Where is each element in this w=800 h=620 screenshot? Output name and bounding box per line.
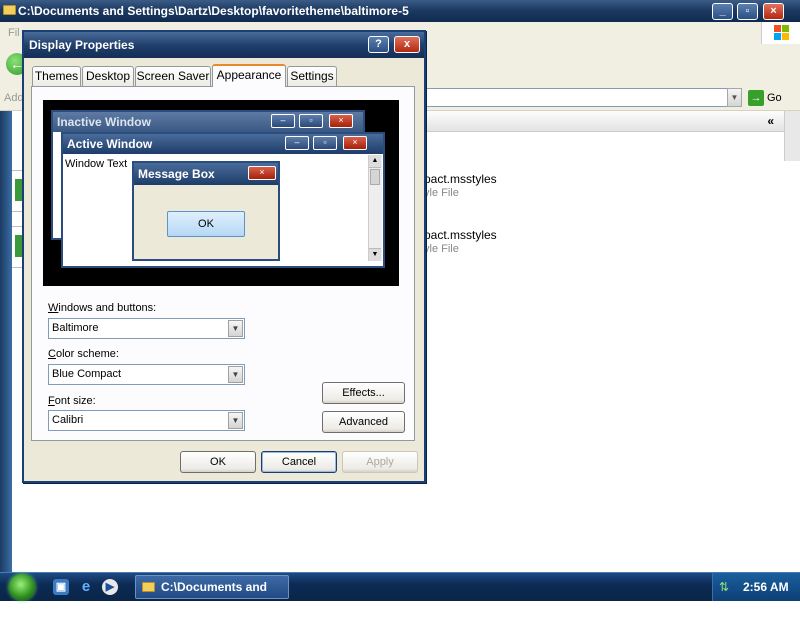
folder-icon [3,5,16,15]
media-player-icon[interactable]: ▶ [102,579,118,595]
chevron-down-icon[interactable]: ▼ [228,412,243,429]
window-text: Window Text [65,158,128,170]
menu-file[interactable]: Fil [8,27,20,39]
explorer-title: C:\Documents and Settings\Dartz\Desktop\… [18,4,409,18]
display-properties-dialog: Display Properties ? x Themes Desktop Sc… [22,30,426,483]
address-input[interactable] [424,88,742,107]
minimize-icon: – [271,114,295,128]
explorer-titlebar[interactable]: C:\Documents and Settings\Dartz\Desktop\… [0,0,800,22]
message-ok-button: OK [167,211,245,237]
taskbar: ▣ e ▶ C:\Documents and S... ⇅ 2:56 AM [0,572,800,616]
file-name: pact.msstyles [424,228,497,242]
start-button[interactable] [9,574,35,600]
color-scheme-value: Blue Compact [52,368,122,380]
appearance-preview: Inactive Window – ▫ × Active Window – ▫ … [43,100,399,286]
address-label: Add [4,92,24,104]
help-button[interactable]: ? [368,36,389,53]
font-size-value: Calibri [52,414,84,426]
clock[interactable]: 2:56 AM [743,573,789,601]
font-size-select[interactable]: Calibri ▼ [48,410,245,431]
effects-button[interactable]: Effects... [322,382,405,404]
go-label: Go [767,92,782,104]
tab-screen-saver[interactable]: Screen Saver [135,66,211,86]
advanced-button[interactable]: Advanced [322,411,405,433]
go-button[interactable]: → Go [748,89,782,107]
windows-buttons-select[interactable]: Baltimore ▼ [48,318,245,339]
color-scheme-select[interactable]: Blue Compact ▼ [48,364,245,385]
maximize-icon: ▫ [313,136,337,150]
apply-button[interactable]: Apply [342,451,418,473]
dialog-close-button[interactable]: x [394,36,420,53]
tab-appearance[interactable]: Appearance [212,64,286,87]
preview-message-box: Message Box × OK [132,161,280,261]
minimize-button[interactable]: _ [712,3,733,20]
close-icon: × [248,166,276,180]
collapse-chevron-icon[interactable]: « [767,114,774,128]
tab-strip: Themes Desktop Screen Saver Appearance S… [32,64,422,87]
maximize-icon: ▫ [299,114,323,128]
pane-header: « [424,111,784,132]
go-arrow-icon: → [748,90,764,106]
windows-flag-icon [774,25,789,40]
windows-buttons-label: Windows and buttons: [48,302,157,314]
file-type: yle File [424,187,459,199]
dialog-title: Display Properties [29,38,135,52]
maximize-button[interactable]: ▫ [737,3,758,20]
windows-buttons-value: Baltimore [52,322,99,334]
close-icon: × [343,136,367,150]
show-desktop-icon[interactable]: ▣ [53,579,69,595]
address-dropdown-icon[interactable]: ▼ [727,88,742,107]
file-item[interactable]: pact.msstyles yle File [424,228,497,256]
chevron-down-icon[interactable]: ▼ [228,320,243,337]
color-scheme-label: Color scheme: [48,348,119,360]
windows-logo [761,22,800,44]
taskbar-button-label: C:\Documents and S... [161,580,268,616]
file-type: yle File [424,243,459,255]
minimize-icon: – [285,136,309,150]
font-size-label: Font size: [48,395,96,407]
chevron-down-icon[interactable]: ▼ [228,366,243,383]
tab-settings[interactable]: Settings [287,66,337,86]
network-icon[interactable]: ⇅ [719,580,729,594]
close-button[interactable]: × [763,3,784,20]
tab-themes[interactable]: Themes [32,66,81,86]
ok-button[interactable]: OK [180,451,256,473]
internet-explorer-icon[interactable]: e [78,579,94,595]
dialog-titlebar[interactable]: Display Properties ? x [24,32,424,58]
explorer-task-pane [0,111,12,572]
folder-icon [142,582,155,592]
preview-scrollbar: ▲ ▼ [368,155,382,261]
scrollbar[interactable] [784,111,800,161]
file-item[interactable]: pact.msstyles yle File [424,172,497,200]
close-icon: × [329,114,353,128]
system-tray: ⇅ 2:56 AM [712,573,800,601]
taskbar-button-explorer[interactable]: C:\Documents and S... [135,575,289,616]
cancel-button[interactable]: Cancel [261,451,337,473]
file-name: pact.msstyles [424,172,497,186]
appearance-panel: Inactive Window – ▫ × Active Window – ▫ … [31,86,415,441]
tab-desktop[interactable]: Desktop [82,66,134,86]
